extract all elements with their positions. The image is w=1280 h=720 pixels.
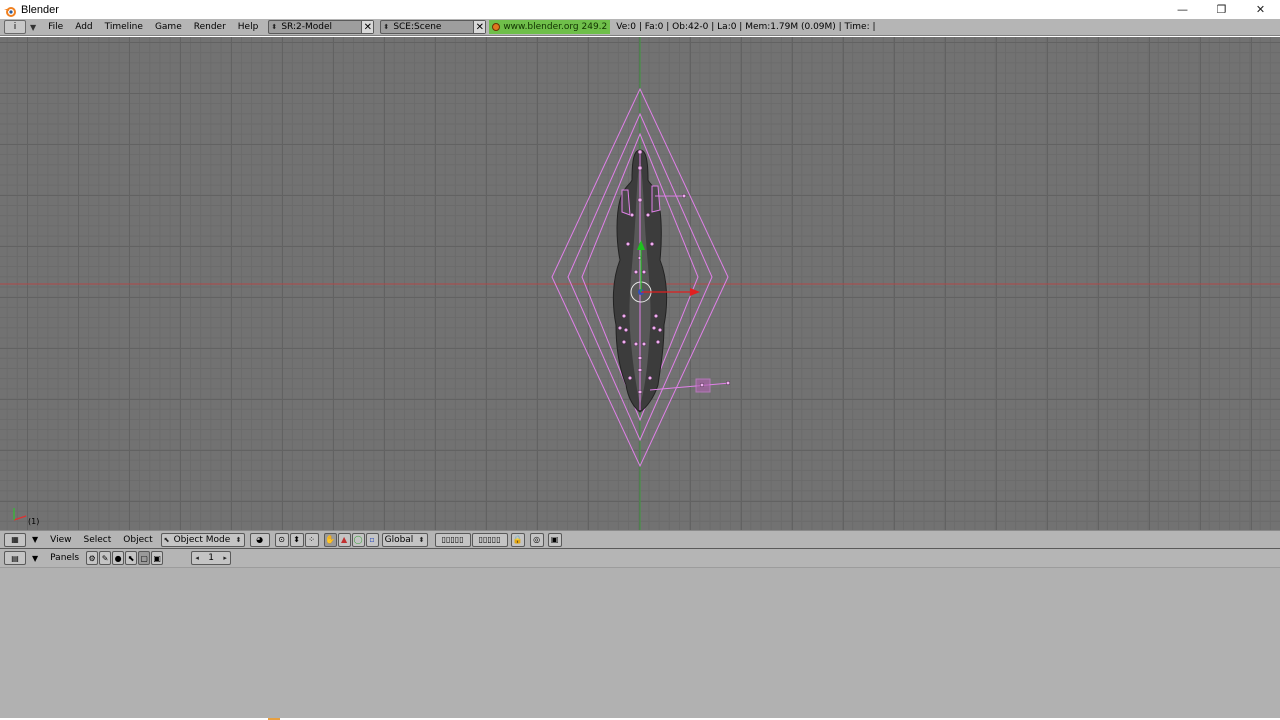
layer-buttons-left[interactable]: ▯▯▯▯▯: [434, 532, 471, 547]
camera-icon: ▣: [550, 535, 559, 544]
magnet-icon: ◎: [533, 535, 541, 544]
lock-icon: 🔒: [512, 535, 523, 544]
window-titlebar: Blender — ❐ ✕: [0, 0, 1280, 19]
editing-icon: ▢: [140, 553, 148, 563]
manipulator-toggle-button[interactable]: ✋: [323, 532, 337, 547]
window-type-selector[interactable]: i: [4, 20, 26, 34]
menu-file[interactable]: File: [42, 22, 69, 32]
info-icon: i: [13, 22, 17, 32]
script-context-button[interactable]: ✎: [99, 551, 112, 565]
lock-layers-button[interactable]: 🔒: [510, 532, 525, 547]
view3d-window-type-button[interactable]: ▦: [4, 532, 26, 547]
buttons-header: ▤ ▼ Panels ⚙ ✎ ● ⬉ ▢ ▣ ◂ 1 ▸: [0, 549, 1280, 568]
screen-delete-icon[interactable]: ✕: [361, 21, 374, 33]
solid-sphere-icon: ◕: [256, 535, 264, 544]
minimize-button[interactable]: —: [1163, 0, 1202, 19]
screen-selector[interactable]: ⬍ SR:2-Model ✕: [268, 20, 375, 34]
layer-buttons-right[interactable]: ▯▯▯▯▯: [471, 532, 508, 547]
menu-render[interactable]: Render: [188, 22, 232, 32]
buttons-window[interactable]: [0, 568, 1280, 718]
layers-grid-icon: ▯▯▯▯▯: [441, 535, 464, 544]
render-preview-button[interactable]: ▣: [547, 532, 562, 547]
screen-browse-icon[interactable]: ⬍: [269, 23, 279, 31]
collapse-menu-icon[interactable]: ▼: [32, 554, 38, 563]
menu-panels[interactable]: Panels: [44, 553, 85, 563]
scene-canvas[interactable]: [0, 37, 1280, 530]
current-frame-label: (1): [28, 517, 40, 526]
view3d-header: ▦ ▼ View Select Object ⬉ Object Mode ⬍ ◕…: [0, 530, 1280, 549]
decrement-arrow-icon[interactable]: ◂: [192, 554, 202, 562]
restore-button[interactable]: ❐: [1202, 0, 1241, 19]
menu-timeline[interactable]: Timeline: [99, 22, 149, 32]
menu-help[interactable]: Help: [232, 22, 265, 32]
collapse-menu-icon[interactable]: ▼: [30, 23, 36, 32]
logic-context-button[interactable]: ⚙: [86, 551, 99, 565]
window-controls: — ❐ ✕: [1163, 0, 1280, 19]
pivot-dropdown-button[interactable]: ⬍: [289, 532, 304, 547]
shading-icon: ●: [114, 553, 122, 563]
layers-grid-icon-2: ▯▯▯▯▯: [478, 535, 501, 544]
buttons-window-icon: ▤: [11, 553, 19, 563]
frame-number-value[interactable]: 1: [208, 553, 214, 563]
menu-select[interactable]: Select: [78, 535, 118, 545]
hand-icon: ✋: [325, 535, 336, 544]
mode-selector[interactable]: ⬉ Object Mode ⬍: [160, 532, 245, 547]
script-icon: ✎: [101, 553, 109, 563]
object-context-button[interactable]: ⬉: [125, 551, 138, 565]
window-title: Blender: [21, 3, 59, 16]
buttons-window-type-button[interactable]: ▤: [4, 551, 26, 565]
dots-icon: ⁘: [308, 535, 315, 544]
frame-number-field[interactable]: ◂ 1 ▸: [191, 551, 232, 565]
scale-manipulator-button[interactable]: ▫: [365, 532, 379, 547]
menu-add[interactable]: Add: [69, 22, 98, 32]
logic-icon: ⚙: [88, 553, 96, 563]
triangle-icon: ▲: [341, 535, 348, 544]
object-icon: ⬉: [127, 553, 135, 563]
info-header: i ▼ File Add Timeline Game Render Help ⬍…: [0, 19, 1280, 36]
blender-logo-small-icon: [492, 23, 501, 31]
mode-label[interactable]: Object Mode: [172, 535, 234, 545]
oops-button[interactable]: ◎: [529, 532, 544, 547]
scene-context-button[interactable]: ▣: [151, 551, 164, 565]
square-icon: ▫: [369, 535, 375, 544]
dots-button[interactable]: ⁘: [304, 532, 319, 547]
screen-name[interactable]: SR:2-Model: [279, 22, 361, 32]
scene-selector[interactable]: ⬍ SCE:Scene ✕: [380, 20, 487, 34]
translate-manipulator-button[interactable]: ▲: [337, 532, 351, 547]
orientation-label[interactable]: Global: [383, 535, 417, 545]
scene-stats: Ve:0 | Fa:0 | Ob:42-0 | La:0 | Mem:1.79M…: [616, 22, 876, 32]
draw-type-button[interactable]: ◕: [249, 532, 270, 547]
3d-viewport[interactable]: (1): [0, 37, 1280, 530]
blender-url-badge[interactable]: www.blender.org 249.2: [489, 20, 611, 34]
axis-indicator-icon: [13, 508, 27, 521]
scene-name[interactable]: SCE:Scene: [391, 22, 473, 32]
circle-icon: ◯: [353, 535, 363, 544]
object-mode-icon: ⬉: [163, 535, 170, 544]
collapse-menu-icon[interactable]: ▼: [32, 535, 38, 544]
scene-delete-icon[interactable]: ✕: [473, 21, 486, 33]
orientation-selector[interactable]: Global ⬍: [381, 532, 428, 547]
rotate-manipulator-button[interactable]: ◯: [351, 532, 365, 547]
close-button[interactable]: ✕: [1241, 0, 1280, 19]
url-text: www.blender.org 249.2: [503, 22, 608, 32]
menu-view[interactable]: View: [44, 535, 77, 545]
menu-game[interactable]: Game: [149, 22, 188, 32]
increment-arrow-icon[interactable]: ▸: [220, 554, 230, 562]
editing-context-button[interactable]: ▢: [138, 551, 151, 565]
shading-context-button[interactable]: ●: [112, 551, 125, 565]
menu-object[interactable]: Object: [117, 535, 158, 545]
pivot-button[interactable]: ⊙: [274, 532, 289, 547]
grid-window-icon: ▦: [11, 535, 19, 544]
scene-browse-icon[interactable]: ⬍: [381, 23, 391, 31]
dropdown-arrows-icon: ⬍: [293, 535, 300, 544]
orientation-dropdown-icon[interactable]: ⬍: [417, 536, 427, 544]
mode-dropdown-icon[interactable]: ⬍: [234, 536, 244, 544]
scene-icon: ▣: [153, 553, 161, 563]
blender-logo-icon: [3, 3, 17, 17]
pivot-icon: ⊙: [278, 535, 285, 544]
